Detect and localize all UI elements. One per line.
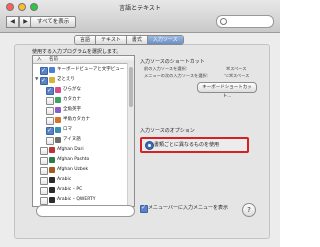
nav-buttons: ◀ ▶ <box>6 16 32 28</box>
input-source-icon <box>55 137 61 143</box>
list-item[interactable]: 全角英字 <box>33 105 128 115</box>
input-source-icon <box>49 177 55 183</box>
input-source-icon <box>55 117 61 123</box>
input-source-list[interactable]: 入 名前 キーボードビューアと文字ビューア▼ ことえりひらがなカタカナ全角英字半角… <box>32 55 135 207</box>
tab-formats[interactable]: 書式 <box>126 36 148 44</box>
input-source-icon <box>55 107 61 113</box>
list-header: 入 名前 <box>33 56 134 64</box>
option-highlight: 書類ごとに異なるものを使用 <box>140 137 249 153</box>
item-label: Arabic – QWERTY <box>57 197 96 202</box>
item-checkbox[interactable] <box>40 76 48 86</box>
item-checkbox[interactable] <box>46 117 54 125</box>
list-scrollbar[interactable] <box>127 63 134 206</box>
show-menu-label: メニューバーに入力メニューを表示 <box>148 205 228 211</box>
item-label: Afghan Uzbek <box>57 167 89 172</box>
option-label: 書類ごとに異なるものを使用 <box>154 142 220 148</box>
back-button[interactable]: ◀ <box>6 16 19 28</box>
item-checkbox[interactable] <box>46 97 54 105</box>
list-item[interactable]: Arabic <box>33 175 128 185</box>
input-source-icon <box>55 127 61 133</box>
list-search-field[interactable] <box>36 205 135 217</box>
item-label: ひらがな <box>63 87 81 92</box>
window-title: 言語とテキスト <box>119 5 161 12</box>
item-checkbox[interactable] <box>46 137 54 145</box>
disclosure-icon[interactable]: ▼ <box>35 75 38 85</box>
input-source-icon <box>49 167 55 173</box>
item-checkbox[interactable] <box>40 177 48 185</box>
item-label: 半角カタカナ <box>63 117 90 122</box>
list-group[interactable]: ▼ ことえり <box>33 75 128 86</box>
search-field[interactable] <box>216 15 274 28</box>
input-source-icon <box>49 197 55 203</box>
item-label: ことえり <box>57 77 75 82</box>
option-radio[interactable] <box>145 141 154 150</box>
list-item[interactable]: アイヌ語 <box>33 135 128 145</box>
item-label: Afghan Dari <box>57 147 84 152</box>
item-checkbox[interactable] <box>40 197 48 205</box>
header-on[interactable]: 入 <box>37 56 42 63</box>
item-checkbox[interactable] <box>40 66 48 76</box>
list-item[interactable]: キーボードビューアと文字ビューア <box>33 65 128 82</box>
item-label: ロマ <box>63 127 72 132</box>
options-title: 入力ソースのオプション <box>140 128 195 134</box>
list-item[interactable]: ロマ <box>33 125 128 136</box>
shortcuts-title: 入力ソースのショートカット <box>140 59 205 65</box>
list-item[interactable]: Afghan Dari <box>33 145 128 155</box>
tab-bar: 言語 テキスト 書式 入力ソース <box>74 35 184 45</box>
input-source-icon <box>49 187 55 193</box>
item-label: Arabic <box>57 177 72 182</box>
next-source-key: ⌥⌘スペース <box>224 73 250 78</box>
tab-text[interactable]: テキスト <box>96 36 127 44</box>
tab-input-sources[interactable]: 入力ソース <box>147 36 183 44</box>
item-checkbox[interactable] <box>46 126 54 136</box>
item-checkbox[interactable] <box>40 187 48 195</box>
list-item[interactable]: Arabic – PC <box>33 185 128 195</box>
prev-source-label: 前の入力ソースを選択: <box>144 66 188 71</box>
item-label: Arabic – PC <box>57 187 83 192</box>
input-source-icon <box>49 147 55 153</box>
input-source-icon <box>55 97 61 103</box>
tab-language[interactable]: 言語 <box>75 36 97 44</box>
list-item[interactable]: Arabic – QWERTY <box>33 195 128 205</box>
item-label: 全角英字 <box>63 107 81 112</box>
list-item[interactable]: Afghan Uzbek <box>33 165 128 175</box>
next-source-label: メニューの次の入力ソースを選択: <box>144 73 209 78</box>
show-menu-checkbox[interactable] <box>140 204 148 213</box>
item-checkbox[interactable] <box>46 107 54 115</box>
item-label: カタカナ <box>63 97 81 102</box>
prev-source-key: ⌘スペース <box>226 66 247 71</box>
item-label: Afghan Pashto <box>57 157 90 162</box>
title-bar: 言語とテキスト ◀ ▶ すべてを表示 <box>0 0 280 33</box>
item-checkbox[interactable] <box>46 86 54 96</box>
list-item[interactable]: 半角カタカナ <box>33 115 128 125</box>
help-button[interactable]: ? <box>242 203 256 217</box>
input-source-icon <box>49 77 55 83</box>
item-checkbox[interactable] <box>40 167 48 175</box>
header-name[interactable]: 名前 <box>49 56 58 63</box>
show-all-button[interactable]: すべてを表示 <box>30 16 77 28</box>
instruction-text: 使用する入力プログラムを選択します。 <box>32 49 122 55</box>
search-icon <box>220 18 227 25</box>
input-source-icon <box>55 87 61 93</box>
list-item[interactable]: Afghan Pashto <box>33 155 128 165</box>
preferences-window: 言語とテキスト ◀ ▶ すべてを表示 言語 テキスト 書式 入力ソース 使用する… <box>0 0 280 247</box>
list-item[interactable]: カタカナ <box>33 95 128 105</box>
scroll-thumb[interactable] <box>129 67 133 107</box>
input-source-icon <box>49 157 55 163</box>
keyboard-shortcuts-button[interactable]: キーボードショートカット... <box>197 82 257 99</box>
item-checkbox[interactable] <box>40 147 48 155</box>
item-checkbox[interactable] <box>40 157 48 165</box>
item-label: アイヌ語 <box>63 137 81 142</box>
input-source-icon <box>49 67 55 73</box>
list-item[interactable]: ひらがな <box>33 85 128 96</box>
